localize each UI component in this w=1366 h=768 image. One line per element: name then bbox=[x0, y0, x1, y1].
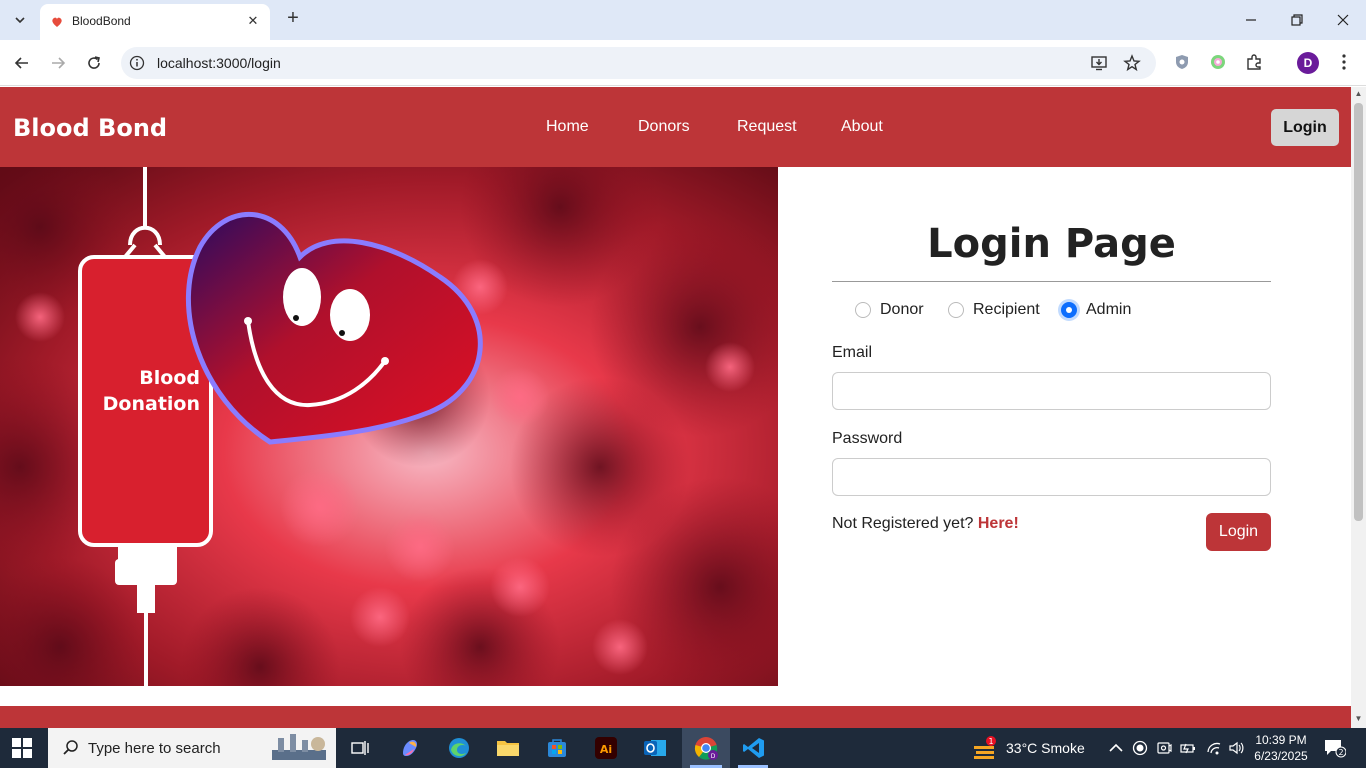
outlook-icon[interactable] bbox=[641, 734, 669, 762]
camera-icon[interactable] bbox=[1156, 740, 1172, 756]
close-window-icon[interactable] bbox=[1320, 6, 1366, 34]
brand-logo[interactable]: Blood Bond bbox=[13, 114, 167, 142]
wifi-icon[interactable] bbox=[1206, 740, 1222, 756]
record-icon[interactable] bbox=[1132, 740, 1148, 756]
vscode-icon[interactable] bbox=[740, 734, 768, 762]
forward-icon[interactable] bbox=[47, 52, 69, 74]
radio-donor-label[interactable]: Donor bbox=[880, 301, 924, 319]
weather-badge: 1 bbox=[988, 737, 993, 746]
page-title: Login Page bbox=[927, 221, 1176, 267]
bag-label-line2: Donation bbox=[103, 393, 200, 415]
radio-donor[interactable] bbox=[855, 302, 871, 318]
scroll-down-icon[interactable]: ▼ bbox=[1354, 715, 1363, 723]
email-field[interactable] bbox=[832, 372, 1271, 410]
new-tab-icon[interactable]: + bbox=[282, 8, 304, 30]
minimize-icon[interactable] bbox=[1228, 6, 1274, 34]
svg-text:D: D bbox=[711, 753, 716, 760]
bag-label-line1: Blood bbox=[139, 367, 200, 389]
battery-icon[interactable] bbox=[1180, 740, 1196, 756]
clock-time: 10:39 PM bbox=[1255, 733, 1307, 747]
radio-recipient-label[interactable]: Recipient bbox=[973, 301, 1040, 319]
chevron-up-icon[interactable] bbox=[1108, 740, 1124, 756]
role-option-recipient[interactable]: Recipient bbox=[948, 301, 1040, 319]
restore-icon[interactable] bbox=[1274, 6, 1320, 34]
profile-avatar[interactable]: D bbox=[1297, 52, 1319, 74]
tab-title: BloodBond bbox=[72, 14, 131, 28]
taskbar-search[interactable]: Type here to search bbox=[48, 728, 336, 768]
page-viewport: Blood Bond Home Donors Request About Log… bbox=[0, 87, 1351, 728]
browser-toolbar: localhost:3000/login bbox=[0, 40, 1366, 86]
system-clock[interactable]: 10:39 PM 6/23/2025 bbox=[1250, 732, 1312, 764]
tab-search-icon[interactable] bbox=[8, 8, 32, 32]
clock-date: 6/23/2025 bbox=[1254, 749, 1308, 763]
navbar-login-button[interactable]: Login bbox=[1271, 109, 1339, 146]
nav-home[interactable]: Home bbox=[546, 118, 589, 136]
login-submit-button[interactable]: Login bbox=[1206, 513, 1271, 551]
page-scrollbar[interactable]: ▲ ▼ bbox=[1351, 87, 1366, 728]
password-label: Password bbox=[832, 430, 903, 447]
blood-donation-illustration: Blood Donation bbox=[0, 167, 778, 686]
notification-count: 2 bbox=[1338, 748, 1343, 757]
edge-icon[interactable] bbox=[445, 734, 473, 762]
notifications-icon[interactable]: 2 bbox=[1324, 738, 1347, 758]
svg-text:Ai: Ai bbox=[600, 743, 612, 756]
windows-start-icon[interactable] bbox=[12, 738, 32, 758]
nav-request[interactable]: Request bbox=[737, 118, 797, 136]
tab-close-icon[interactable]: ✕ bbox=[244, 12, 262, 30]
role-option-admin[interactable]: Admin bbox=[1061, 301, 1131, 319]
browser-tab[interactable]: BloodBond ✕ bbox=[40, 4, 270, 40]
site-info-icon[interactable] bbox=[129, 55, 145, 71]
menu-dots-icon[interactable] bbox=[1334, 52, 1354, 72]
weather-text[interactable]: 33°C Smoke bbox=[1006, 740, 1085, 756]
radio-recipient[interactable] bbox=[948, 302, 964, 318]
password-field[interactable] bbox=[832, 458, 1271, 496]
chrome-icon[interactable]: D bbox=[692, 734, 720, 762]
site-navbar: Blood Bond Home Donors Request About Log… bbox=[0, 87, 1351, 167]
illustrator-icon[interactable]: Ai bbox=[592, 734, 620, 762]
scroll-thumb[interactable] bbox=[1354, 103, 1363, 521]
nav-donors[interactable]: Donors bbox=[638, 118, 690, 136]
color-extension-icon[interactable] bbox=[1208, 52, 1228, 72]
microsoft-store-icon[interactable] bbox=[543, 734, 571, 762]
address-bar[interactable]: localhost:3000/login bbox=[121, 47, 1156, 79]
file-explorer-icon[interactable] bbox=[494, 734, 522, 762]
copilot-icon[interactable] bbox=[396, 734, 424, 762]
role-option-donor[interactable]: Donor bbox=[855, 301, 924, 319]
nav-about[interactable]: About bbox=[841, 118, 883, 136]
search-icon bbox=[63, 740, 78, 755]
scroll-up-icon[interactable]: ▲ bbox=[1354, 90, 1363, 98]
radio-admin[interactable] bbox=[1061, 302, 1077, 318]
extensions-puzzle-icon[interactable] bbox=[1244, 52, 1264, 72]
install-app-icon[interactable] bbox=[1090, 54, 1108, 72]
email-label: Email bbox=[832, 344, 873, 361]
url-text: localhost:3000/login bbox=[157, 55, 281, 71]
reload-icon[interactable] bbox=[83, 52, 105, 74]
favicon-icon bbox=[52, 17, 62, 27]
shield-extension-icon[interactable] bbox=[1172, 52, 1192, 72]
search-highlight-icon bbox=[272, 734, 326, 760]
register-link[interactable]: Here! bbox=[978, 515, 1019, 532]
footer-bar bbox=[0, 706, 1351, 728]
radio-admin-label[interactable]: Admin bbox=[1086, 301, 1131, 319]
browser-tab-bar: BloodBond ✕ + bbox=[0, 0, 1366, 40]
back-icon[interactable] bbox=[11, 52, 33, 74]
search-placeholder: Type here to search bbox=[88, 740, 221, 757]
hero-image: Blood Donation bbox=[0, 167, 778, 686]
title-divider bbox=[832, 281, 1271, 282]
volume-icon[interactable] bbox=[1228, 740, 1244, 756]
weather-icon[interactable]: 1 bbox=[970, 734, 998, 762]
register-prompt: Not Registered yet? Here! bbox=[832, 515, 1019, 533]
windows-taskbar: Type here to search Ai D 1 33°C Smoke 10… bbox=[0, 728, 1366, 768]
bookmark-star-icon[interactable] bbox=[1123, 54, 1141, 72]
task-view-icon[interactable] bbox=[346, 734, 374, 762]
register-prompt-text: Not Registered yet? bbox=[832, 515, 974, 532]
